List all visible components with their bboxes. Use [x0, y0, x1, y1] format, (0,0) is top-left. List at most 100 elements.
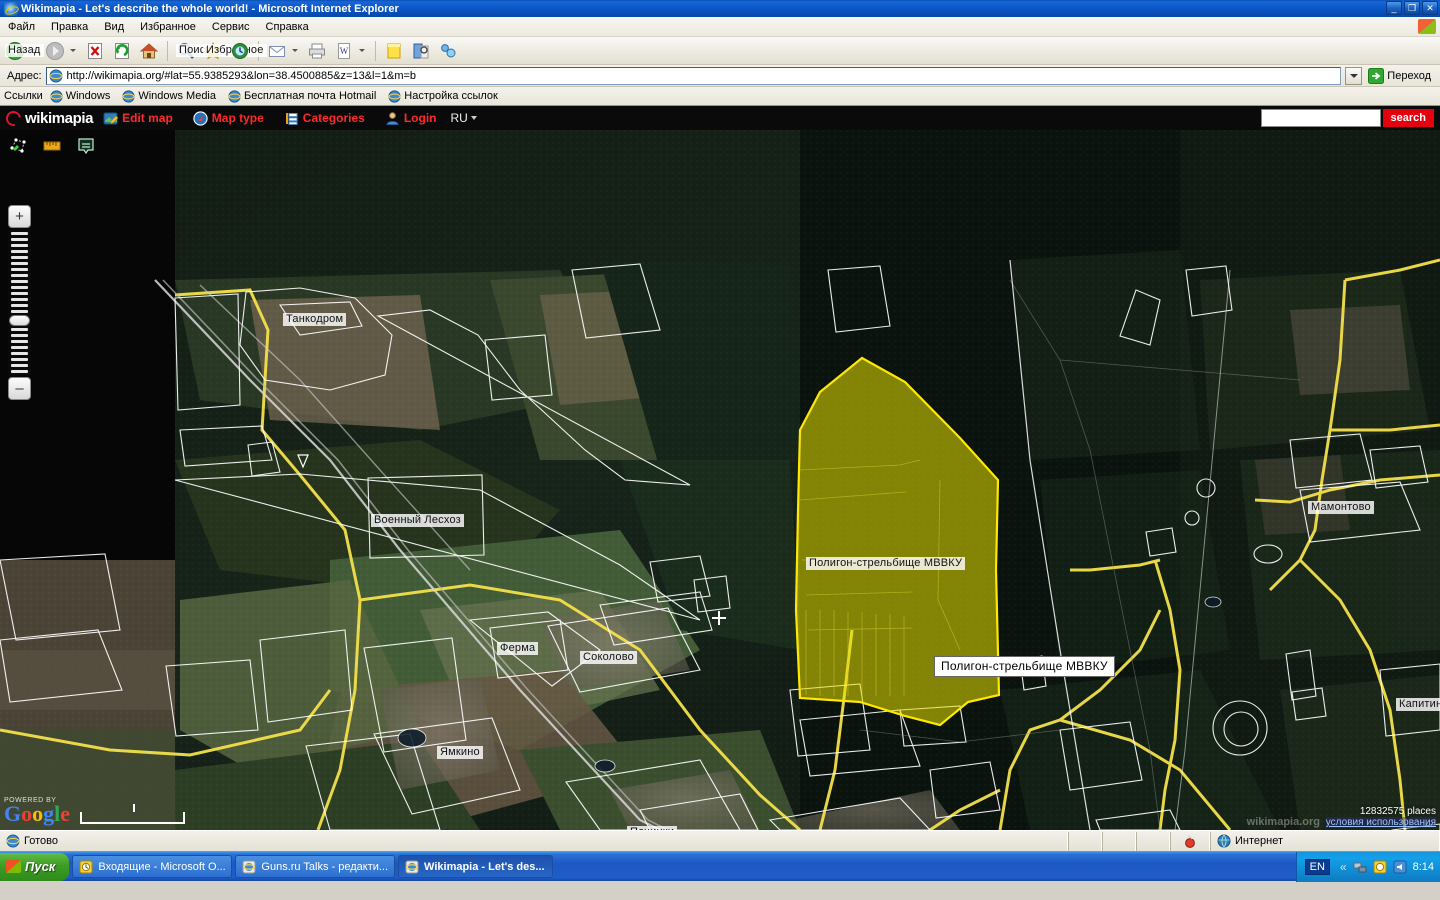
zoom-control[interactable]: + – [8, 205, 32, 400]
zoom-out-button[interactable]: – [8, 377, 31, 400]
map-label-kapitino[interactable]: Капитино [1396, 698, 1440, 711]
map-label-poligon-tooltip[interactable]: Полигон-стрельбище МВВКУ [934, 656, 1115, 677]
chevron-down-icon[interactable] [292, 49, 298, 52]
chevron-down-icon[interactable] [359, 49, 365, 52]
zoom-tick [11, 364, 28, 367]
zoom-tick [11, 232, 28, 235]
taskbar-item-outlook[interactable]: Входящие - Microsoft O... [72, 855, 233, 878]
map-label-sokolovo[interactable]: Соколово [580, 651, 637, 664]
map-tools[interactable] [8, 136, 96, 156]
zoom-in-button[interactable]: + [8, 205, 31, 228]
zoom-tick [11, 304, 28, 307]
add-place-icon[interactable] [76, 136, 96, 156]
maximize-button[interactable]: ❐ [1404, 1, 1420, 15]
notes-icon [384, 41, 404, 61]
map-label-yamkino[interactable]: Ямкино [437, 746, 483, 759]
go-button[interactable]: Переход [1366, 67, 1437, 84]
stop-button[interactable] [82, 39, 108, 63]
menu-item-file[interactable]: Файл [0, 19, 43, 35]
menu-item-view[interactable]: Вид [96, 19, 132, 35]
map-type-icon [193, 110, 208, 126]
map-attribution-google: POWERED BY Google [4, 797, 186, 826]
start-button[interactable]: Пуск [0, 852, 70, 881]
menu-item-help[interactable]: Справка [258, 19, 317, 35]
taskbar-item-guns-ru[interactable]: Guns.ru Talks - редакти... [235, 855, 396, 878]
status-segment [1068, 831, 1102, 851]
google-logo: Google [4, 801, 71, 826]
map-scale-bar [80, 804, 186, 824]
error-icon[interactable] [1183, 834, 1197, 848]
language-selector[interactable]: RU [446, 111, 480, 125]
status-text-segment: Готово [0, 831, 1068, 851]
close-button[interactable]: ✕ [1422, 1, 1438, 15]
link-hotmail[interactable]: Бесплатная почта Hotmail [223, 89, 381, 104]
language-label: RU [450, 111, 468, 125]
clock-tray-icon[interactable] [1373, 860, 1387, 874]
search-input[interactable] [1260, 109, 1381, 127]
zoom-tick [11, 280, 28, 283]
link-page-icon [228, 89, 241, 103]
window-controls[interactable]: _ ❐ ✕ [1386, 1, 1438, 15]
link-windows-media[interactable]: Windows Media [117, 89, 221, 104]
research-button[interactable] [408, 39, 434, 63]
minimize-button[interactable]: _ [1386, 1, 1402, 15]
zoom-tick [11, 358, 28, 361]
toolbar-separator [167, 40, 168, 61]
nav-login[interactable]: Login [375, 111, 447, 126]
map-label-poligon-inline[interactable]: Полигон-стрельбище МВВКУ [806, 557, 966, 570]
messenger-button[interactable] [435, 39, 461, 63]
taskbar-item-label: Входящие - Microsoft O... [98, 860, 226, 873]
messenger-icon [438, 41, 458, 61]
refresh-button[interactable] [109, 39, 135, 63]
satellite-imagery [0, 130, 1440, 830]
volume-icon[interactable] [1393, 860, 1407, 874]
link-windows[interactable]: Windows [45, 89, 116, 104]
forward-button[interactable] [42, 39, 81, 63]
tray-expand-chevron-icon[interactable]: « [1340, 860, 1347, 874]
search-submit-button[interactable]: search [1382, 109, 1434, 127]
ruler-icon[interactable] [42, 136, 62, 156]
map-viewport[interactable]: + – Танкодром Военный Лесхоз Полигон-стр… [0, 130, 1440, 830]
network-icon[interactable] [1353, 860, 1367, 874]
home-button[interactable] [136, 39, 162, 63]
menu-item-favorites[interactable]: Избранное [132, 19, 204, 35]
map-label-ferma[interactable]: Ферма [497, 642, 539, 655]
taskbar-item-label: Guns.ru Talks - редакти... [261, 860, 389, 873]
draw-polygon-icon[interactable] [8, 136, 28, 156]
notes-button[interactable] [381, 39, 407, 63]
nav-edit-map[interactable]: Edit map [93, 111, 183, 126]
wikimapia-logo[interactable]: wikimapia [0, 107, 94, 129]
zoom-slider-track[interactable] [8, 230, 31, 375]
language-indicator[interactable]: EN [1304, 858, 1330, 875]
map-label-voenny-leskhoz[interactable]: Военный Лесхоз [371, 514, 464, 527]
chevron-down-icon [1349, 73, 1358, 78]
links-bar: Ссылки Windows Windows Media Бесплатная … [0, 87, 1440, 106]
nav-categories[interactable]: Categories [274, 111, 375, 126]
map-label-mamontovo[interactable]: Мамонтово [1308, 501, 1374, 514]
chevron-down-icon[interactable] [70, 49, 76, 52]
address-input[interactable]: http://wikimapia.org/#lat=55.9385293&lon… [45, 66, 1342, 85]
status-segment [1102, 831, 1136, 851]
address-dropdown-button[interactable] [1345, 66, 1363, 85]
mail-button[interactable] [264, 39, 303, 63]
zoom-slider-handle[interactable] [9, 315, 30, 326]
search-button[interactable]: Поиск [173, 39, 214, 63]
status-alert-segment [1170, 831, 1210, 851]
go-label: Переход [1387, 69, 1431, 82]
nav-map-type[interactable]: Map type [183, 110, 274, 126]
edit-button[interactable]: W [331, 39, 370, 63]
menu-item-edit[interactable]: Правка [43, 19, 96, 35]
menu-item-tools[interactable]: Сервис [204, 19, 258, 35]
history-button[interactable] [227, 39, 253, 63]
zoom-tick [11, 352, 28, 355]
map-label-tankodrom[interactable]: Танкодром [283, 313, 347, 326]
link-customize[interactable]: Настройка ссылок [383, 89, 503, 104]
print-button[interactable] [304, 39, 330, 63]
favorites-button[interactable]: Избранное [200, 39, 267, 63]
taskbar-clock[interactable]: 8:14 [1413, 861, 1434, 873]
terms-of-use-link[interactable]: условия использования [1325, 817, 1436, 828]
zoom-tick [11, 328, 28, 331]
back-button[interactable]: Назад [2, 39, 44, 63]
taskbar-item-wikimapia[interactable]: Wikimapia - Let's des... [398, 855, 554, 878]
map-label-pochinki[interactable]: Починки [627, 826, 678, 830]
